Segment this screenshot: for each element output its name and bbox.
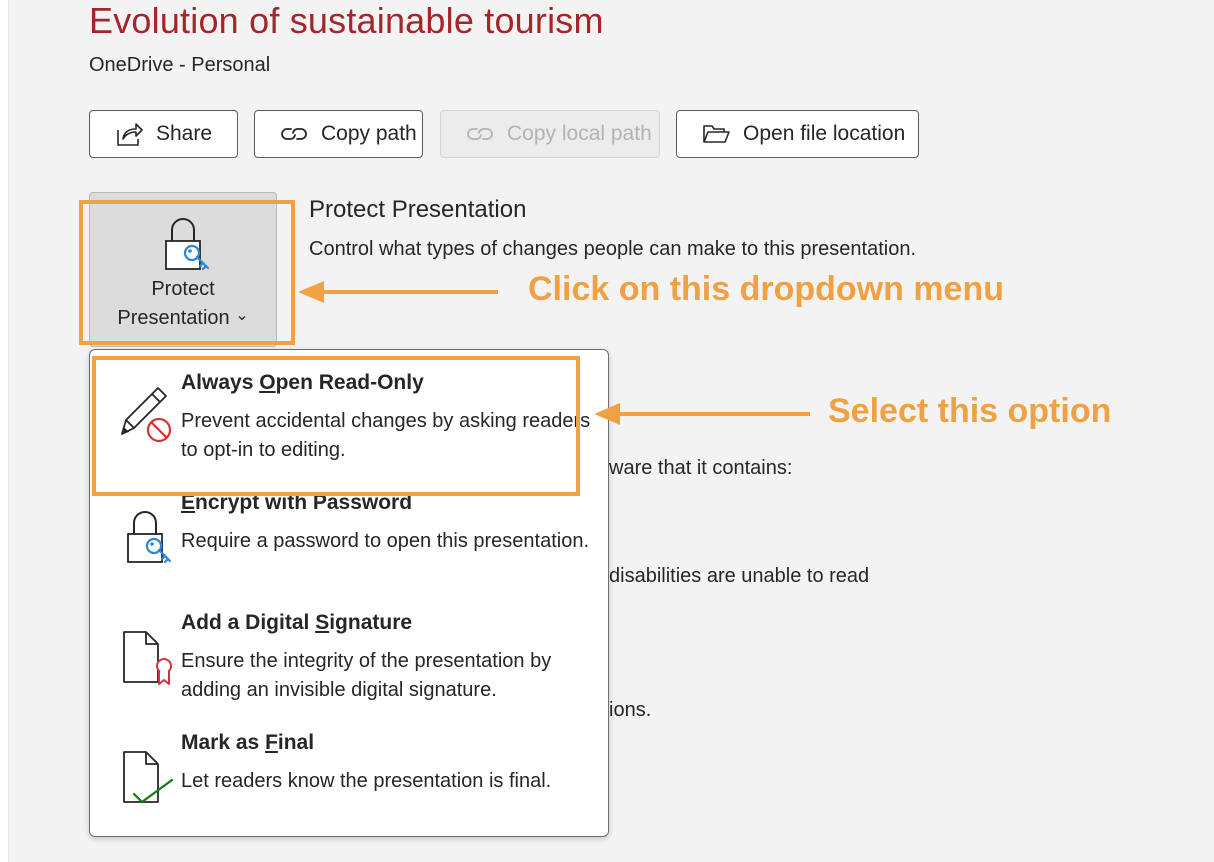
annotation-highlight-read-only-option — [92, 356, 580, 496]
copy-path-label: Copy path — [321, 122, 417, 145]
protect-section-title: Protect Presentation — [309, 196, 527, 223]
copy-path-button[interactable]: Copy path — [254, 110, 423, 158]
menu-item-title: Mark as Final — [181, 731, 315, 754]
link-icon — [467, 128, 493, 140]
annotation-highlight-protect-button — [79, 200, 295, 345]
lock-key-icon — [127, 511, 172, 564]
document-location: OneDrive - Personal — [89, 54, 271, 76]
folder-open-icon — [703, 125, 730, 143]
annotation-arrow-left-icon — [298, 281, 498, 303]
menu-item-description: Let readers know the presentation is fin… — [181, 770, 552, 792]
annotation-arrow-left-icon — [594, 403, 810, 425]
left-pane-edge — [0, 0, 9, 862]
share-button[interactable]: Share — [89, 110, 238, 158]
document-ribbon-icon — [123, 631, 172, 685]
annotation-select-option-text: Select this option — [828, 392, 1112, 430]
share-label: Share — [156, 122, 213, 145]
share-icon — [117, 123, 143, 146]
accessibility-text-fragment: disabilities are unable to read — [609, 565, 870, 587]
menu-item-add-digital-signature[interactable]: Add a Digital Signature Ensure the integ… — [90, 592, 608, 712]
menu-item-title: Add a Digital Signature — [181, 611, 413, 634]
copy-local-path-label: Copy local path — [507, 122, 652, 145]
protect-section-description: Control what types of changes people can… — [309, 238, 917, 260]
annotation-click-dropdown-text: Click on this dropdown menu — [528, 270, 1004, 308]
menu-item-description: Require a password to open this presenta… — [181, 530, 590, 552]
link-icon — [281, 128, 307, 140]
versions-text-fragment: ions. — [609, 699, 652, 721]
menu-item-mark-as-final[interactable]: Mark as Final Let readers know the prese… — [90, 712, 608, 832]
open-file-location-button[interactable]: Open file location — [676, 110, 919, 158]
document-title: Evolution of sustainable tourism — [89, 0, 604, 41]
inspect-text-fragment: ware that it contains: — [609, 457, 793, 479]
document-check-icon — [123, 751, 174, 804]
open-file-location-label: Open file location — [743, 122, 906, 145]
menu-item-description: Ensure the integrity of the presentation… — [181, 650, 552, 701]
copy-local-path-button[interactable]: Copy local path — [440, 110, 660, 158]
